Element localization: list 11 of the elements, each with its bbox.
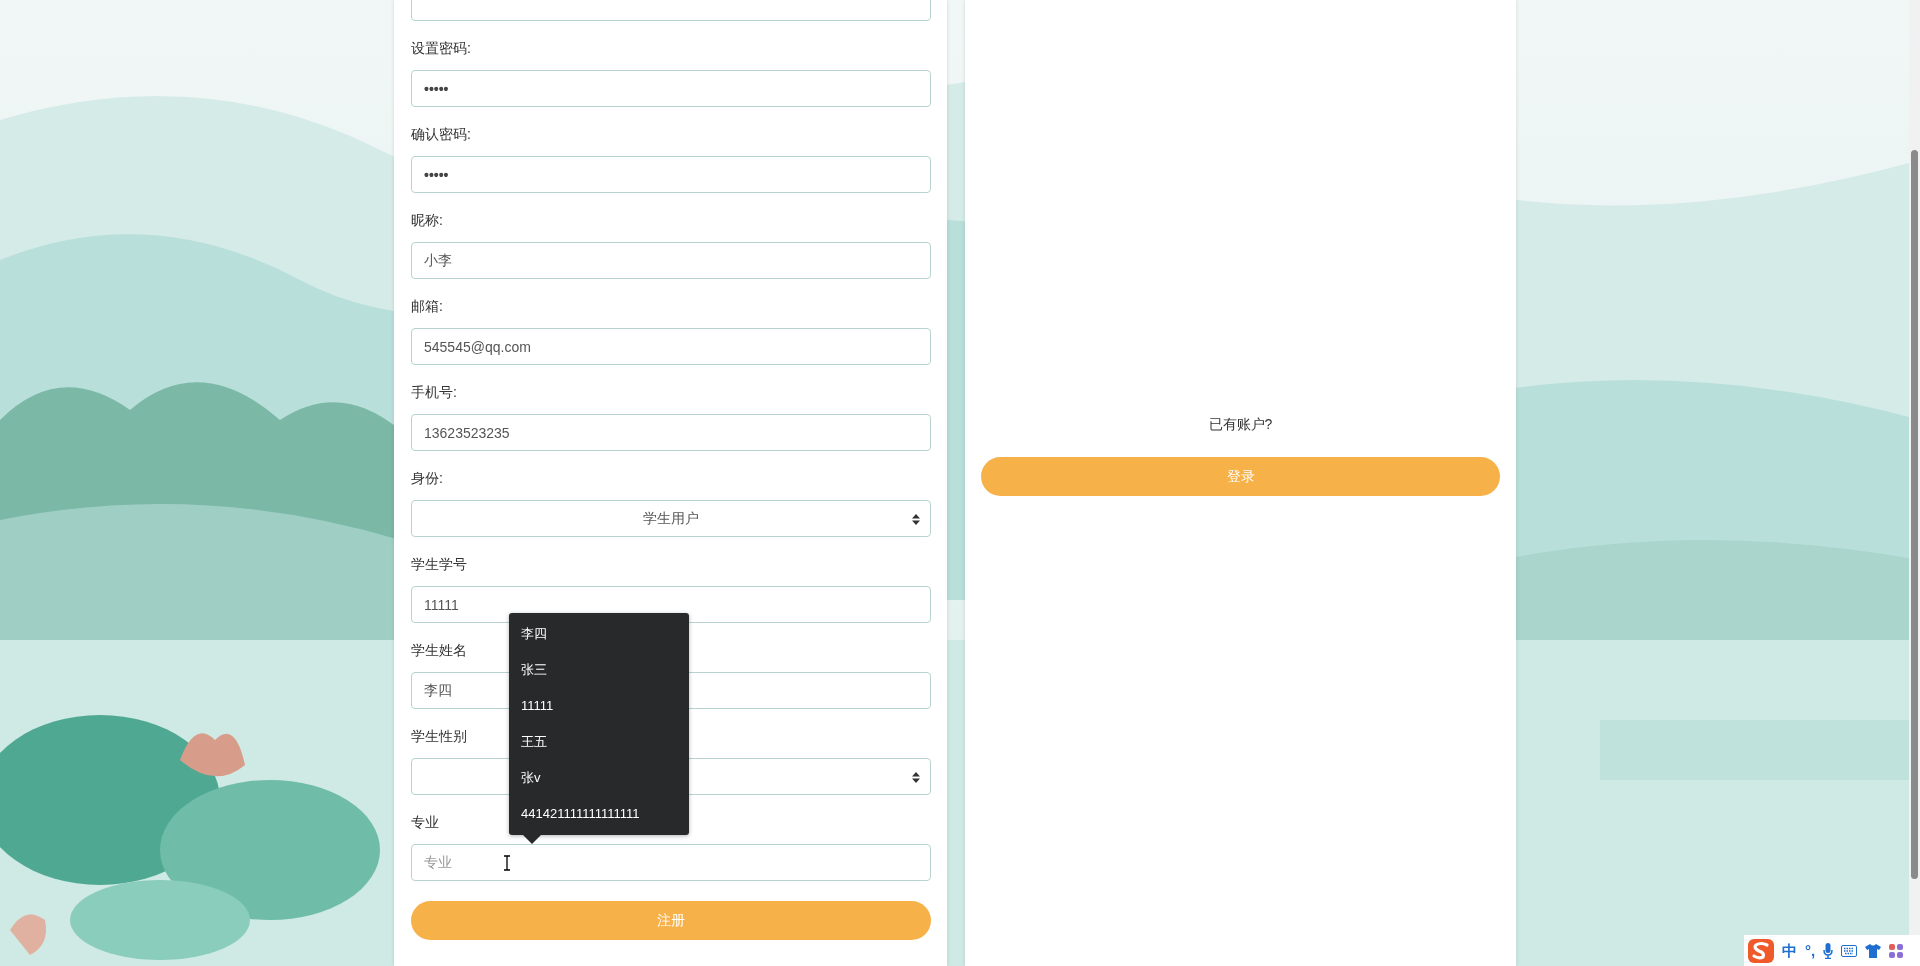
field-label: 身份: [411, 469, 443, 488]
field-label: 学生姓名 [411, 641, 467, 660]
field-label: 确认密码: [411, 125, 471, 144]
account-prompt: 已有账户? [1208, 415, 1273, 434]
field-label: 昵称: [411, 211, 443, 230]
field-label: 专业 [411, 813, 439, 832]
field-label: 学生性别 [411, 727, 467, 746]
field-label: 邮箱: [411, 297, 443, 316]
field-label: 设置密码: [411, 39, 471, 58]
field-label: 学生学号 [411, 555, 467, 574]
field-label: 手机号: [411, 383, 457, 402]
